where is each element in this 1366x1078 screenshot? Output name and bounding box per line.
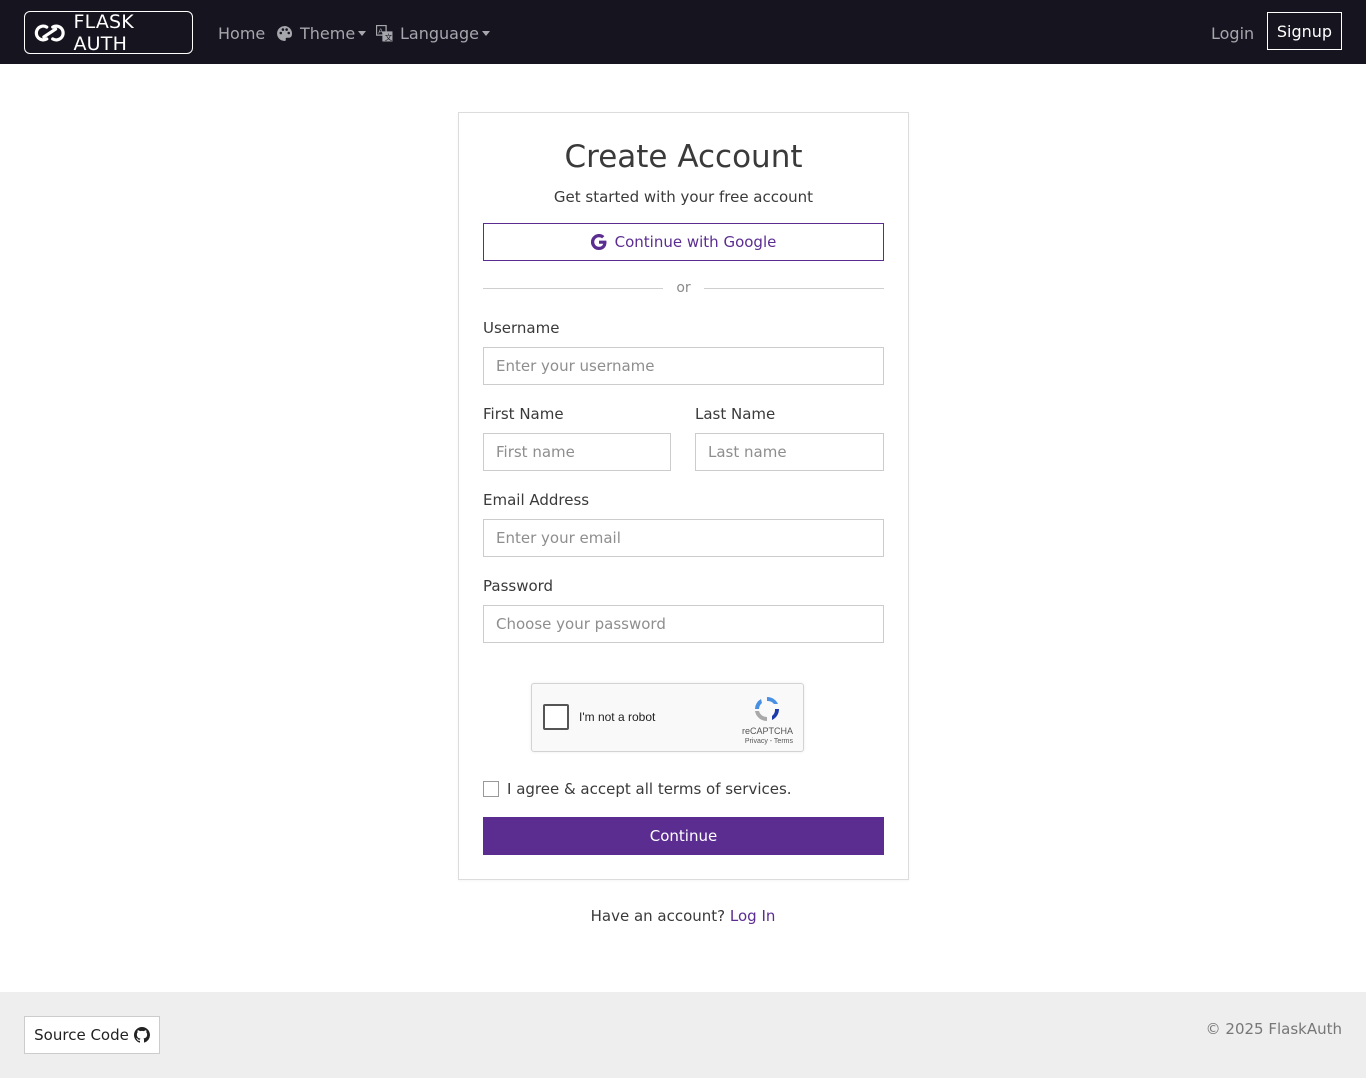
translate-icon: A 文: [376, 24, 393, 41]
nav-home-label: Home: [218, 23, 266, 43]
brand-link[interactable]: FLASK AUTH: [24, 10, 193, 55]
recaptcha-checkbox[interactable]: [543, 704, 569, 730]
recaptcha-links[interactable]: Privacy - Terms: [745, 738, 793, 745]
theme-dropdown[interactable]: Theme: [276, 22, 367, 44]
google-icon: [590, 234, 607, 250]
link-logo-icon: [34, 24, 65, 41]
source-code-button[interactable]: Source Code: [24, 1016, 160, 1054]
svg-text:文: 文: [385, 31, 393, 41]
login-prompt-text: Have an account?: [590, 907, 726, 925]
last-name-label: Last Name: [695, 405, 776, 423]
recaptcha-icon: [755, 696, 780, 722]
nav-home[interactable]: Home: [218, 22, 265, 44]
divider-line: [704, 288, 884, 289]
first-name-input[interactable]: [483, 433, 671, 471]
google-signin-button[interactable]: Continue with Google: [483, 223, 884, 261]
continue-button[interactable]: Continue: [483, 817, 884, 855]
signup-button[interactable]: Signup: [1267, 12, 1342, 50]
language-dropdown[interactable]: A 文 Language: [376, 22, 490, 44]
email-input[interactable]: [483, 519, 884, 557]
google-button-label: Continue with Google: [614, 233, 777, 251]
or-divider: or: [483, 279, 884, 299]
terms-checkbox[interactable]: [483, 781, 499, 797]
nav-login-label: Login: [1211, 23, 1255, 43]
password-label: Password: [483, 577, 554, 595]
login-prompt: Have an account? Log In: [0, 907, 1366, 925]
language-label: Language: [400, 23, 479, 43]
terms-label: I agree & accept all terms of services.: [507, 780, 792, 798]
login-link[interactable]: Log In: [730, 907, 776, 925]
username-label: Username: [483, 319, 560, 337]
signup-card: Create Account Get started with your fre…: [458, 112, 909, 880]
recaptcha-widget: I'm not a robot reCAPTCHA Privacy - Term…: [531, 683, 804, 752]
first-name-label: First Name: [483, 405, 564, 423]
recaptcha-brand: reCAPTCHA: [741, 726, 793, 736]
nav-login[interactable]: Login: [1211, 22, 1254, 44]
copyright-text: © 2025 FlaskAuth: [1205, 1020, 1342, 1038]
email-label: Email Address: [483, 491, 590, 509]
username-input[interactable]: [483, 347, 884, 385]
github-icon: [133, 1027, 150, 1043]
palette-icon: [277, 25, 293, 41]
last-name-input[interactable]: [695, 433, 884, 471]
chevron-down-icon: [358, 30, 367, 36]
page-subtitle: Get started with your free account: [553, 188, 814, 206]
navbar: FLASK AUTH Home Theme A 文 Language Login…: [0, 0, 1366, 64]
brand-name: FLASK AUTH: [73, 10, 134, 55]
page-title: Create Account: [564, 139, 803, 175]
theme-label: Theme: [300, 23, 356, 43]
footer: Source Code © 2025 FlaskAuth: [0, 992, 1366, 1078]
terms-agreement: I agree & accept all terms of services.: [483, 780, 792, 798]
recaptcha-label: I'm not a robot: [579, 710, 656, 724]
password-input[interactable]: [483, 605, 884, 643]
chevron-down-icon: [481, 30, 490, 36]
source-code-label: Source Code: [34, 1026, 129, 1044]
